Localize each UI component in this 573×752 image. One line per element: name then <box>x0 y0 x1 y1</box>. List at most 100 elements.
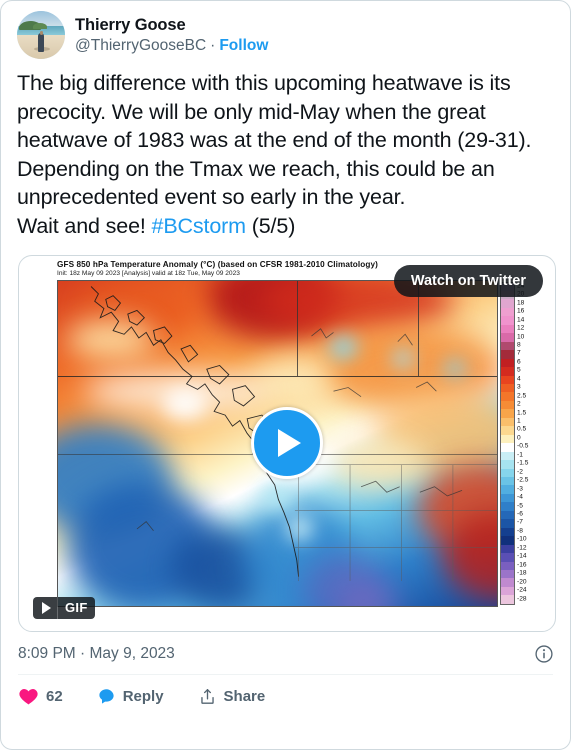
colorbar-cell-18: 18 <box>501 299 524 308</box>
colorbar-label-neg0p5: -0.5 <box>517 443 529 451</box>
colorbar-label-4: 4 <box>517 375 521 383</box>
author-handle-row: @ThierryGooseBC · Follow <box>75 36 268 55</box>
colorbar-cell-neg14: -14 <box>501 553 527 562</box>
timestamp: 8:09 PM · May 9, 2023 <box>18 644 175 662</box>
gif-play-icon <box>33 596 58 619</box>
tweet-header: Thierry Goose @ThierryGooseBC · Follow <box>1 1 570 61</box>
colorbar-label-neg3: -3 <box>517 485 523 493</box>
colorbar-cell-neg0p5: -0.5 <box>501 443 528 452</box>
colorbar-cell-7: 7 <box>501 350 521 359</box>
colorbar-label-neg7: -7 <box>517 519 523 527</box>
colorbar: 242018161412108765432.521.510.50-0.5-1-1… <box>500 281 528 605</box>
tweet-card: Thierry Goose @ThierryGooseBC · Follow T… <box>0 0 571 750</box>
author-handle: @ThierryGooseBC <box>75 36 207 54</box>
colorbar-cell-0p5: 0.5 <box>501 426 526 435</box>
tweet-meta: 8:09 PM · May 9, 2023 <box>1 632 570 674</box>
colorbar-label-neg1p5: -1.5 <box>517 460 529 467</box>
colorbar-label-neg16: -16 <box>517 561 527 569</box>
colorbar-label-neg4: -4 <box>517 493 523 501</box>
colorbar-cell-neg18: -18 <box>501 569 527 579</box>
colorbar-cell-5: 5 <box>501 367 521 376</box>
colorbar-cell-neg6: -6 <box>501 510 523 520</box>
colorbar-cell-1p5: 1.5 <box>501 409 526 418</box>
colorbar-cell-10: 10 <box>501 333 524 342</box>
media-card[interactable]: GFS 850 hPa Temperature Anomaly (°C) (ba… <box>18 254 556 632</box>
tweet-text-part-2: (5/5) <box>245 213 296 238</box>
colorbar-cell-neg1p5: -1.5 <box>501 460 528 469</box>
follow-button[interactable]: Follow <box>219 36 268 55</box>
colorbar-cell-2: 2 <box>501 400 521 410</box>
colorbar-cell-neg16: -16 <box>501 561 527 570</box>
colorbar-cell-neg3: -3 <box>501 485 523 494</box>
colorbar-cell-neg1: -1 <box>501 451 523 461</box>
colorbar-label-7: 7 <box>517 350 521 358</box>
colorbar-label-neg18: -18 <box>517 569 527 577</box>
colorbar-label-6: 6 <box>517 358 521 366</box>
colorbar-label-1: 1 <box>517 417 521 425</box>
play-button[interactable] <box>251 407 323 480</box>
colorbar-label-neg14: -14 <box>517 552 527 560</box>
reply-action[interactable]: Reply <box>97 687 164 706</box>
avatar[interactable] <box>17 11 65 59</box>
colorbar-label-neg6: -6 <box>517 510 523 518</box>
colorbar-cell-neg28: -28 <box>501 595 527 604</box>
gif-badge-label: GIF <box>65 600 88 616</box>
colorbar-cell-6: 6 <box>501 358 521 368</box>
tweet-actions: 62 Reply Share <box>1 675 570 719</box>
colorbar-cell-neg5: -5 <box>501 502 523 511</box>
watch-on-twitter-button[interactable]: Watch on Twitter <box>393 264 543 297</box>
border-ab-bc <box>297 280 299 377</box>
colorbar-cell-8: 8 <box>501 341 521 351</box>
handle-separator: · <box>210 36 216 54</box>
colorbar-cell-4: 4 <box>501 375 521 384</box>
colorbar-label-neg8: -8 <box>517 527 523 535</box>
like-count: 62 <box>46 687 63 705</box>
colorbar-label-neg2: -2 <box>517 468 523 476</box>
share-label: Share <box>223 687 266 705</box>
colorbar-label-neg10: -10 <box>517 536 527 544</box>
colorbar-label-12: 12 <box>517 324 525 332</box>
info-icon[interactable] <box>534 644 554 664</box>
like-action[interactable]: 62 <box>18 686 63 707</box>
colorbar-cell-14: 14 <box>501 316 524 325</box>
colorbar-cell-neg2: -2 <box>501 468 523 477</box>
avatar-person <box>38 32 44 52</box>
colorbar-cell-neg4: -4 <box>501 493 523 503</box>
colorbar-label-neg28: -28 <box>517 595 527 603</box>
play-triangle-icon <box>278 429 301 458</box>
colorbar-label-0: 0 <box>517 434 521 442</box>
gif-badge[interactable]: GIF <box>33 596 95 619</box>
share-icon <box>200 688 214 704</box>
share-action[interactable]: Share <box>198 687 266 706</box>
tweet-text-part-1: The big difference with this upcoming he… <box>17 71 532 238</box>
colorbar-label-neg12: -12 <box>517 544 527 552</box>
colorbar-label-neg1: -1 <box>517 451 523 459</box>
colorbar-label-neg24: -24 <box>517 586 527 594</box>
colorbar-cell-neg24: -24 <box>501 586 527 596</box>
colorbar-cell-neg20: -20 <box>501 578 527 587</box>
colorbar-cell-neg8: -8 <box>501 527 523 537</box>
colorbar-cell-3: 3 <box>501 384 521 393</box>
colorbar-label-0p5: 0.5 <box>517 426 527 434</box>
colorbar-label-14: 14 <box>517 316 525 324</box>
hashtag-bcstorm[interactable]: #BCstorm <box>152 214 247 238</box>
heart-icon <box>19 688 38 704</box>
colorbar-label-neg5: -5 <box>517 502 523 510</box>
colorbar-label-2: 2 <box>517 400 521 408</box>
author-display-name: Thierry Goose <box>75 16 186 34</box>
colorbar-label-10: 10 <box>517 333 525 341</box>
colorbar-cell-neg7: -7 <box>501 519 523 528</box>
colorbar-label-5: 5 <box>517 367 521 375</box>
reply-label: Reply <box>122 687 164 705</box>
border-49n <box>58 376 497 378</box>
map-title: GFS 850 hPa Temperature Anomaly (°C) (ba… <box>57 259 378 269</box>
colorbar-cell-neg10: -10 <box>501 536 527 545</box>
colorbar-label-3: 3 <box>517 383 521 391</box>
map-subtitle: Init: 18z May 09 2023 [Analysis] valid a… <box>57 269 240 277</box>
colorbar-label-16: 16 <box>517 307 525 315</box>
colorbar-cell-neg2p5: -2.5 <box>501 476 528 486</box>
tweet-text: The big difference with this upcoming he… <box>1 61 570 243</box>
colorbar-label-18: 18 <box>517 299 525 307</box>
avatar-island-2 <box>33 23 47 30</box>
colorbar-label-neg20: -20 <box>517 578 527 586</box>
